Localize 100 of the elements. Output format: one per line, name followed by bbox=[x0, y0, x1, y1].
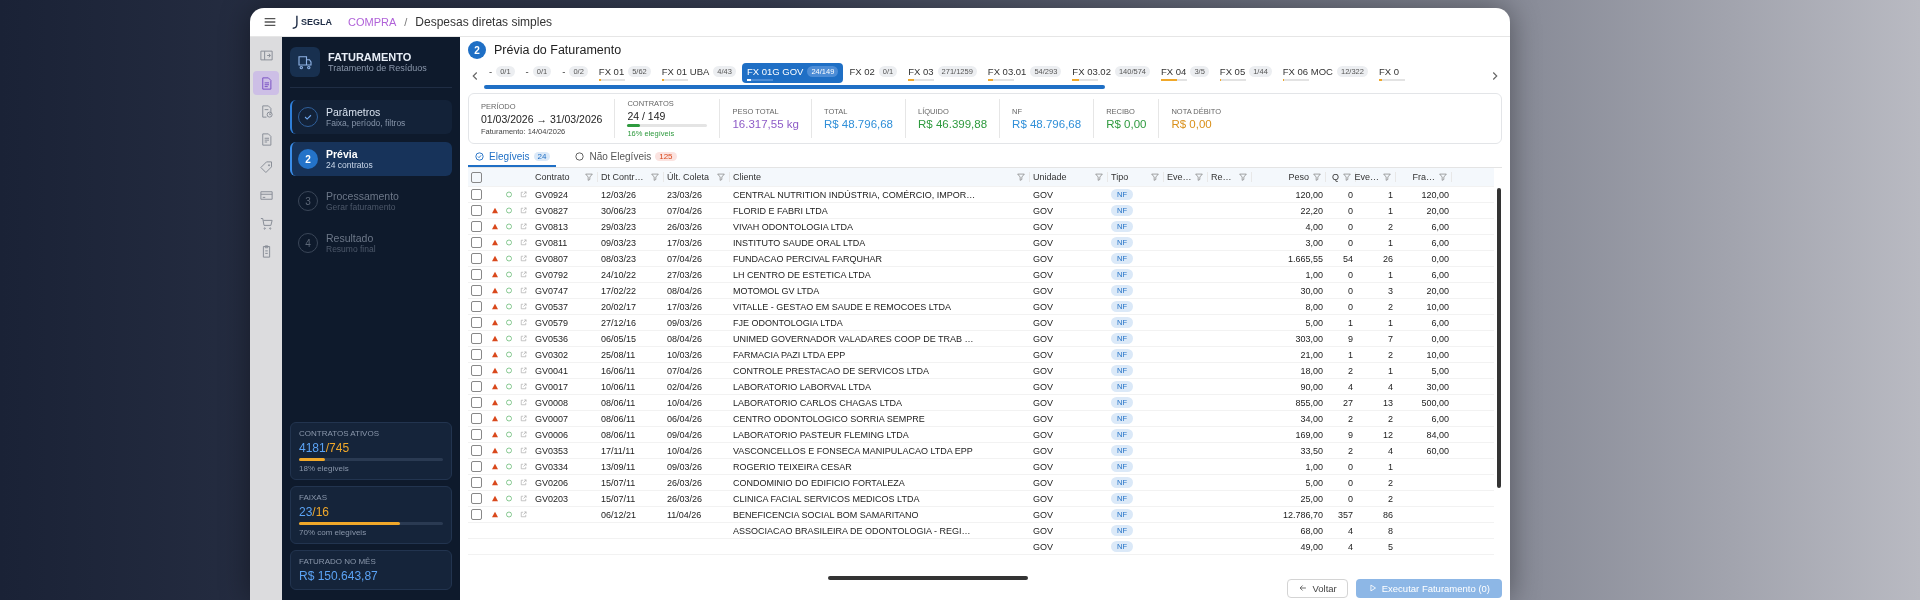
table-cell: 0 bbox=[1348, 205, 1353, 216]
scrollbar[interactable] bbox=[484, 85, 1106, 89]
table-cell: 90,00 bbox=[1300, 381, 1323, 392]
checkbox[interactable] bbox=[471, 205, 482, 216]
table-cell: 29/03/23 bbox=[601, 221, 637, 232]
status-circle-icon bbox=[505, 270, 513, 279]
table-cell: 1 bbox=[1348, 349, 1353, 360]
checkbox[interactable] bbox=[471, 397, 482, 408]
table-tab[interactable]: Não Elegíveis 125 bbox=[568, 148, 683, 167]
external-link-icon[interactable] bbox=[519, 430, 528, 439]
checkbox[interactable] bbox=[471, 285, 482, 296]
external-link-icon[interactable] bbox=[519, 350, 528, 359]
external-link-icon[interactable] bbox=[519, 222, 528, 231]
table-cell: 0,00 bbox=[1431, 253, 1449, 264]
column-header[interactable]: Tipo bbox=[1111, 172, 1129, 182]
filter-icon[interactable] bbox=[1238, 172, 1248, 182]
table-cell: GOV bbox=[1033, 333, 1053, 344]
external-link-icon[interactable] bbox=[519, 414, 528, 423]
table-cell: 1 bbox=[1388, 365, 1393, 376]
external-link-icon[interactable] bbox=[519, 478, 528, 487]
external-link-icon[interactable] bbox=[519, 494, 528, 503]
breadcrumb-link[interactable]: COMPRA bbox=[348, 16, 397, 28]
checkbox[interactable] bbox=[471, 317, 482, 328]
checkbox[interactable] bbox=[471, 333, 482, 344]
checkbox[interactable] bbox=[471, 381, 482, 392]
filter-icon[interactable] bbox=[1016, 172, 1026, 182]
table-cell: 10/03/26 bbox=[667, 349, 703, 360]
scrollbar[interactable] bbox=[1497, 188, 1501, 488]
step-subtitle: 24 contratos bbox=[326, 160, 373, 170]
filter-icon[interactable] bbox=[584, 172, 594, 182]
column-header[interactable]: Peso bbox=[1288, 172, 1309, 182]
column-header[interactable]: Contrato bbox=[535, 172, 570, 182]
table-cell: 2 bbox=[1388, 493, 1393, 504]
external-link-icon[interactable] bbox=[519, 270, 528, 279]
table-cell: 3 bbox=[1388, 285, 1393, 296]
checkbox[interactable] bbox=[471, 189, 482, 200]
filter-icon[interactable] bbox=[716, 172, 726, 182]
checkbox[interactable] bbox=[471, 509, 482, 520]
checkbox[interactable] bbox=[471, 221, 482, 232]
back-button[interactable]: Voltar bbox=[1287, 578, 1348, 598]
external-link-icon[interactable] bbox=[519, 382, 528, 391]
column-header[interactable]: Dt Contr… bbox=[601, 172, 644, 182]
table-cell: 08/03/23 bbox=[601, 253, 637, 264]
external-link-icon[interactable] bbox=[519, 446, 528, 455]
checkbox[interactable] bbox=[471, 365, 482, 376]
checkbox[interactable] bbox=[471, 413, 482, 424]
column-header[interactable]: Últ. Coleta bbox=[667, 172, 710, 182]
checkbox[interactable] bbox=[471, 429, 482, 440]
external-link-icon[interactable] bbox=[519, 398, 528, 407]
logo: SEGLA bbox=[292, 14, 332, 30]
stat-value: R$ 150.643,87 bbox=[299, 569, 379, 583]
filter-icon[interactable] bbox=[1342, 172, 1352, 182]
checkbox[interactable] bbox=[471, 171, 482, 183]
checkbox[interactable] bbox=[471, 269, 482, 280]
external-link-icon[interactable] bbox=[519, 254, 528, 263]
table-cell: 0 bbox=[1348, 269, 1353, 280]
filter-icon[interactable] bbox=[1382, 172, 1392, 182]
checkbox[interactable] bbox=[471, 253, 482, 264]
filter-icon[interactable] bbox=[1150, 172, 1160, 182]
wizard-step[interactable]: 2 Prévia 24 contratos bbox=[290, 142, 452, 176]
external-link-icon[interactable] bbox=[519, 286, 528, 295]
external-link-icon[interactable] bbox=[519, 366, 528, 375]
table-cell: GOV bbox=[1033, 205, 1053, 216]
filter-icon[interactable] bbox=[1438, 172, 1448, 182]
status-circle-icon bbox=[505, 222, 513, 231]
column-header[interactable]: Unidade bbox=[1033, 172, 1067, 182]
column-header[interactable]: Re… bbox=[1211, 172, 1232, 182]
checkbox[interactable] bbox=[471, 461, 482, 472]
external-link-icon[interactable] bbox=[519, 334, 528, 343]
column-header[interactable]: Cliente bbox=[733, 172, 761, 182]
table-cell: 12/03/26 bbox=[601, 189, 637, 200]
checkbox[interactable] bbox=[471, 349, 482, 360]
filter-icon[interactable] bbox=[650, 172, 660, 182]
external-link-icon[interactable] bbox=[519, 302, 528, 311]
external-link-icon[interactable] bbox=[519, 510, 528, 519]
range-tab[interactable]: FX 0 bbox=[1373, 63, 1410, 83]
column-header[interactable]: Q bbox=[1332, 172, 1339, 182]
checkbox[interactable] bbox=[471, 445, 482, 456]
external-link-icon[interactable] bbox=[519, 190, 528, 199]
scrollbar[interactable] bbox=[828, 576, 1028, 580]
external-link-icon[interactable] bbox=[519, 206, 528, 215]
external-link-icon[interactable] bbox=[519, 462, 528, 471]
rail-button[interactable] bbox=[253, 71, 279, 95]
column-header[interactable]: Eve… bbox=[1354, 172, 1379, 182]
filter-icon[interactable] bbox=[1194, 172, 1204, 182]
column-header[interactable]: Eve… bbox=[1167, 172, 1192, 182]
table-cell: 15/07/11 bbox=[601, 493, 636, 504]
status-circle-icon bbox=[505, 350, 513, 359]
wizard-step[interactable]: Parâmetros Faixa, período, filtros bbox=[290, 100, 452, 134]
checkbox[interactable] bbox=[471, 477, 482, 488]
column-header[interactable]: Fra… bbox=[1412, 172, 1435, 182]
filter-icon[interactable] bbox=[1312, 172, 1322, 182]
external-link-icon[interactable] bbox=[519, 238, 528, 247]
checkbox[interactable] bbox=[471, 301, 482, 312]
table-cell: 07/04/26 bbox=[667, 365, 703, 376]
checkbox[interactable] bbox=[471, 493, 482, 504]
checkbox[interactable] bbox=[471, 237, 482, 248]
external-link-icon[interactable] bbox=[519, 318, 528, 327]
table-cell: MOTOMOL GV LTDA bbox=[733, 285, 820, 296]
filter-icon[interactable] bbox=[1094, 172, 1104, 182]
